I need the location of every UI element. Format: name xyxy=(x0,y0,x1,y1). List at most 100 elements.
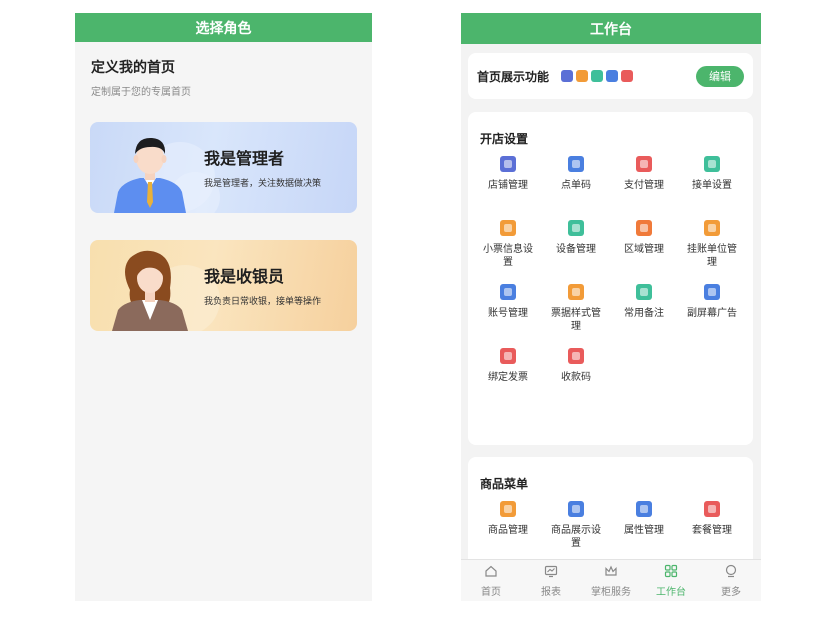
tab-more[interactable]: 更多 xyxy=(701,560,761,601)
nav-bar: 工作台 xyxy=(461,13,761,44)
ledger-icon xyxy=(704,220,720,236)
grid-item-label: 票据样式管理 xyxy=(551,308,601,332)
attribute-icon xyxy=(636,501,652,517)
intro-title: 定义我的首页 xyxy=(91,60,175,76)
role-title: 我是收银员 xyxy=(204,267,285,286)
grid-item-label: 设备管理 xyxy=(556,244,596,255)
role-select-screen: 选择角色 定义我的首页 定制属于您的专属首页 我是管理者 我是管理者，关注数据做… xyxy=(75,13,372,601)
store-settings-grid: 店铺管理 点单码 支付管理 接单设置小票信息设置 设备管理 区域管理 挂账单位管理账号管理 票… xyxy=(468,156,753,398)
grid-item-label: 商品管理 xyxy=(488,525,528,536)
grid-item-label: 区域管理 xyxy=(624,244,664,255)
tab-label: 工作台 xyxy=(656,586,686,598)
home-features-card: 首页展示功能 编辑 xyxy=(468,53,753,99)
order-inbox-icon xyxy=(704,156,720,172)
grid-item-label: 小票信息设置 xyxy=(483,244,533,268)
section-title: 开店设置 xyxy=(480,132,529,146)
role-card-manager[interactable]: 我是管理者 我是管理者，关注数据做决策 xyxy=(90,122,357,213)
role-title: 我是管理者 xyxy=(204,149,285,168)
home-feature-icons xyxy=(561,70,634,82)
tab-workbench[interactable]: 工作台 xyxy=(641,560,701,601)
goods-menu-grid: 商品管理 商品展示设置 属性管理 套餐管理 xyxy=(468,501,753,551)
grid-item-label: 常用备注 xyxy=(624,308,664,319)
grid-item-ledger[interactable]: 挂账单位管理 xyxy=(678,220,746,270)
mini-store-icon xyxy=(561,70,574,82)
grid-item-label: 绑定发票 xyxy=(488,372,528,383)
tab-label: 掌柜服务 xyxy=(591,586,631,598)
grid-item-store[interactable]: 店铺管理 xyxy=(474,156,542,206)
invoice-icon xyxy=(500,348,516,364)
grid-item-label: 店铺管理 xyxy=(488,180,528,191)
receipt-icon xyxy=(500,220,516,236)
page-title: 选择角色 xyxy=(195,20,252,37)
tab-crown[interactable]: 掌柜服务 xyxy=(581,560,641,601)
mini-device-icon xyxy=(591,70,604,82)
grid-item-order-inbox[interactable]: 接单设置 xyxy=(678,156,746,206)
mini-wallet-icon xyxy=(621,70,634,82)
cashier-avatar-illustration xyxy=(112,250,188,331)
grid-item-display[interactable]: 商品展示设置 xyxy=(542,501,610,551)
page-title: 工作台 xyxy=(590,21,632,38)
home-features-label: 首页展示功能 xyxy=(477,69,550,84)
grid-item-invoice[interactable]: 绑定发票 xyxy=(474,348,542,398)
tab-label: 首页 xyxy=(481,586,501,598)
grid-item-label: 套餐管理 xyxy=(692,525,732,536)
grid-item-label: 账号管理 xyxy=(488,308,528,319)
display-icon xyxy=(568,501,584,517)
grid-item-label: 支付管理 xyxy=(624,180,664,191)
manager-avatar-illustration xyxy=(114,137,186,213)
more-icon xyxy=(724,564,738,583)
wallet-icon xyxy=(636,156,652,172)
goods-icon xyxy=(500,501,516,517)
section-title: 商品菜单 xyxy=(480,477,529,491)
report-icon xyxy=(544,564,558,583)
intro-subtitle: 定制属于您的专属首页 xyxy=(91,87,191,98)
account-icon xyxy=(500,284,516,300)
grid-item-label: 点单码 xyxy=(561,180,591,191)
nav-bar: 选择角色 xyxy=(75,13,372,42)
grid-item-goods[interactable]: 商品管理 xyxy=(474,501,542,551)
grid-item-device[interactable]: 设备管理 xyxy=(542,220,610,270)
tab-label: 报表 xyxy=(541,586,561,598)
grid-item-label: 副屏幕广告 xyxy=(687,308,737,319)
grid-item-image-ad[interactable]: 副屏幕广告 xyxy=(678,284,746,334)
mini-receipt-icon xyxy=(576,70,589,82)
grid-item-label: 接单设置 xyxy=(692,180,732,191)
workbench-screen: 工作台 首页展示功能 编辑 开店设置 店铺管理 点单码 支付管理 接单设置小票信息设置… xyxy=(461,13,761,601)
role-description: 我负责日常收银，接单等操作 xyxy=(204,297,322,307)
home-icon xyxy=(484,564,498,583)
note-icon xyxy=(636,284,652,300)
grid-item-attribute[interactable]: 属性管理 xyxy=(610,501,678,551)
grid-item-combo[interactable]: 套餐管理 xyxy=(678,501,746,551)
grid-item-pay-code[interactable]: 收款码 xyxy=(542,348,610,398)
image-ad-icon xyxy=(704,284,720,300)
grid-item-receipt[interactable]: 小票信息设置 xyxy=(474,220,542,270)
tab-report[interactable]: 报表 xyxy=(521,560,581,601)
grid-item-ticket-style[interactable]: 票据样式管理 xyxy=(542,284,610,334)
grid-item-wallet[interactable]: 支付管理 xyxy=(610,156,678,206)
grid-item-label: 挂账单位管理 xyxy=(687,244,737,268)
tab-home[interactable]: 首页 xyxy=(461,560,521,601)
mini-qr-icon xyxy=(606,70,619,82)
grid-item-note[interactable]: 常用备注 xyxy=(610,284,678,334)
qr-grid-icon xyxy=(568,156,584,172)
grid-item-qr-grid[interactable]: 点单码 xyxy=(542,156,610,206)
grid-item-label: 商品展示设置 xyxy=(551,525,601,549)
pay-code-icon xyxy=(568,348,584,364)
grid-item-label: 收款码 xyxy=(561,372,591,383)
tab-label: 更多 xyxy=(721,586,741,598)
role-description: 我是管理者，关注数据做决策 xyxy=(204,179,322,189)
edit-button[interactable]: 编辑 xyxy=(696,65,744,87)
crown-icon xyxy=(604,564,618,583)
bottom-tab-bar: 首页 报表 掌柜服务 工作台 更多 xyxy=(461,559,761,601)
store-icon xyxy=(500,156,516,172)
combo-icon xyxy=(704,501,720,517)
area-icon xyxy=(636,220,652,236)
role-card-cashier[interactable]: 我是收银员 我负责日常收银，接单等操作 xyxy=(90,240,357,331)
device-icon xyxy=(568,220,584,236)
workbench-icon xyxy=(664,564,678,583)
store-settings-section: 开店设置 店铺管理 点单码 支付管理 接单设置小票信息设置 设备管理 区域管理 挂账单位管理… xyxy=(468,112,753,445)
ticket-style-icon xyxy=(568,284,584,300)
grid-item-label: 属性管理 xyxy=(624,525,664,536)
grid-item-area[interactable]: 区域管理 xyxy=(610,220,678,270)
grid-item-account[interactable]: 账号管理 xyxy=(474,284,542,334)
